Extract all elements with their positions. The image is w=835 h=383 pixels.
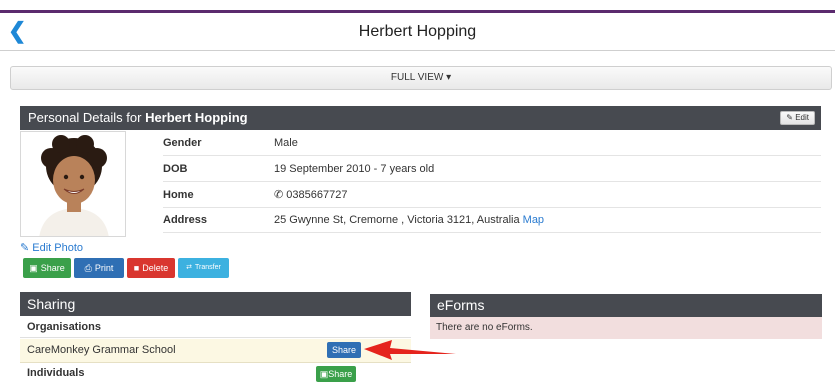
eforms-empty-message: There are no eForms. [430,317,822,339]
trash-icon: ■ [133,263,140,273]
page-title: Herbert Hopping [358,23,477,40]
share-icon: ▣ [29,263,38,273]
print-button[interactable]: ⎙ Print [74,258,124,278]
annotation-arrow-icon [364,340,456,360]
transfer-label: Transfer [195,264,221,271]
phone-link[interactable]: ✆ 0385667727 [274,183,347,208]
field-label: Address [163,214,208,226]
edit-details-button[interactable]: ✎ Edit [780,111,815,125]
print-label: Print [94,263,114,273]
field-value: Male [274,137,298,149]
eforms-panel-header: eForms [430,294,822,317]
personal-details-title: Personal Details for Herbert Hopping [28,106,248,130]
delete-label: Delete [142,263,169,273]
transfer-icon: ⇄ [186,264,193,271]
detail-row-home: Home ✆ 0385667727 [163,183,821,208]
full-view-dropdown[interactable]: FULL VIEW ▾ [10,66,832,90]
address-value: 25 Gwynne St, Cremorne , Victoria 3121, … [274,208,544,233]
map-link[interactable]: Map [523,214,544,226]
personal-details-header: Personal Details for Herbert Hopping ✎ E… [20,106,821,130]
edit-label: Edit [795,113,809,122]
phone-icon: ✆ [274,189,284,201]
share-label: Share [40,263,65,273]
edit-icon: ✎ [786,113,793,122]
detail-row-address: Address 25 Gwynne St, Cremorne , Victori… [163,208,821,233]
share-button[interactable]: ▣ Share [23,258,71,278]
share-label: Share [328,369,353,379]
individual-share-button[interactable]: ▣Share [316,366,356,382]
detail-row-gender: Gender Male [163,131,821,156]
detail-row-dob: DOB 19 September 2010 - 7 years old [163,157,821,182]
student-name: Herbert Hopping [145,110,248,125]
school-share-button[interactable]: Share [327,342,361,358]
delete-button[interactable]: ■ Delete [127,258,175,278]
print-icon: ⎙ [84,263,92,273]
phone-number: 0385667727 [286,189,348,201]
field-label: DOB [163,163,188,175]
field-value: 19 September 2010 - 7 years old [274,163,435,175]
transfer-button[interactable]: ⇄ Transfer [178,258,229,278]
student-photo [20,131,126,237]
child-portrait-image [21,132,125,236]
field-label: Home [163,189,194,201]
edit-photo-label: Edit Photo [32,242,84,254]
sharing-panel-header: Sharing [20,292,411,316]
edit-photo-link[interactable]: ✎ Edit Photo [20,242,83,254]
share-icon: ▣ [319,369,329,379]
organisations-label: Organisations [20,317,411,338]
field-label: Gender [163,137,202,149]
address-text: 25 Gwynne St, Cremorne , Victoria 3121, … [274,214,520,226]
edit-icon: ✎ [20,242,30,254]
personal-details-prefix: Personal Details for [28,110,146,125]
